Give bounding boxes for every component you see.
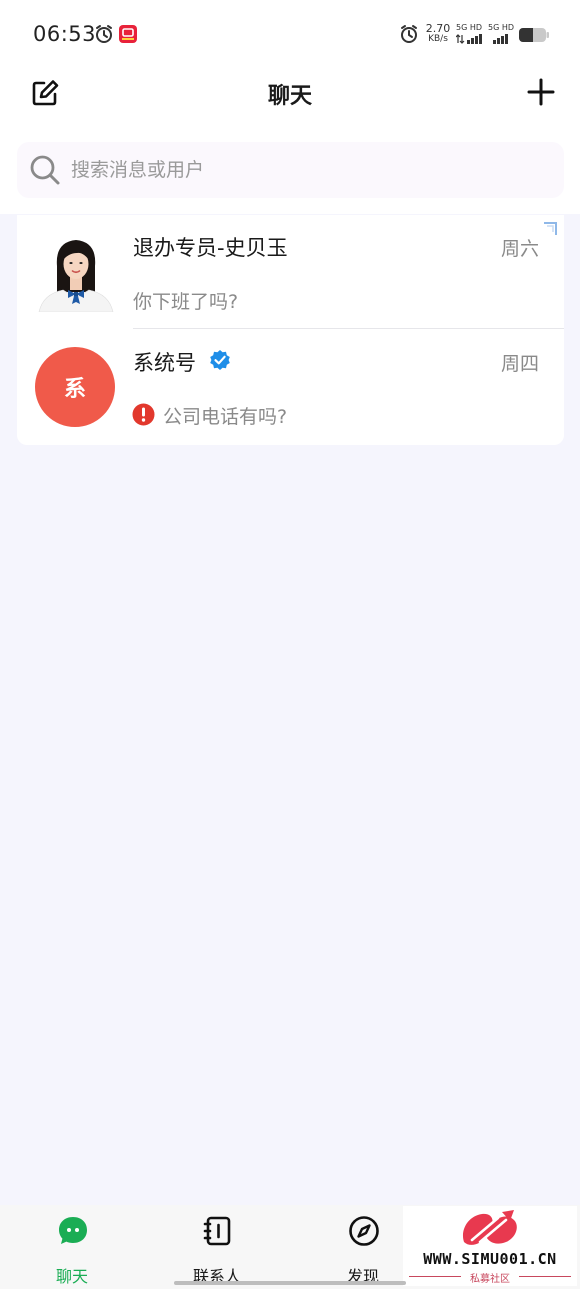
chat-time: 周六 (500, 238, 539, 260)
search-bar[interactable] (17, 142, 564, 198)
status-bar: 06:53 2.70 KB/s 5G HD 5G HD (0, 0, 580, 70)
chat-time: 周四 (500, 353, 539, 375)
chat-item[interactable]: 退办专员-史贝玉 周六 你下班了吗? (17, 215, 564, 330)
watermark: WWW.SIMU001.CN 私募社区 (403, 1206, 577, 1286)
sim2-label: 5G HD (488, 23, 515, 32)
chat-name: 系统号 (133, 351, 196, 375)
avatar[interactable]: 系 (35, 347, 115, 427)
net-speed: 2.70 (425, 22, 451, 35)
chat-preview: 公司电话有吗? (163, 406, 288, 428)
pinned-corner-icon (544, 222, 557, 235)
signal-icon (493, 34, 508, 44)
divider (133, 328, 564, 329)
plus-icon[interactable] (527, 78, 555, 106)
top-area: 06:53 2.70 KB/s 5G HD 5G HD 聊天 搜索消息或用户 (0, 0, 580, 214)
chat-preview: 你下班了吗? (133, 291, 239, 313)
header: 聊天 (0, 70, 580, 116)
tab-discover[interactable]: 发现 (318, 1205, 408, 1289)
compass-icon (349, 1216, 379, 1246)
tab-contacts[interactable]: 联系人 (172, 1205, 262, 1289)
alarm-icon (401, 25, 417, 43)
verified-badge-icon (210, 350, 230, 370)
alarm-icon (96, 25, 112, 43)
chat-item[interactable]: 系 系统号 周四 公司电话有吗? (17, 330, 564, 445)
warning-icon (132, 403, 155, 426)
app-notification-icon (119, 25, 137, 43)
tab-chat[interactable]: 聊天 (27, 1205, 117, 1289)
home-indicator[interactable] (174, 1281, 406, 1285)
page-title: 聊天 (267, 84, 312, 109)
watermark-rule (519, 1276, 571, 1277)
chat-name: 退办专员-史贝玉 (133, 236, 288, 260)
avatar-photo-icon (37, 232, 115, 312)
status-time: 06:53 (33, 22, 97, 46)
signal-sim1: 5G HD (456, 24, 486, 46)
tab-chat-label: 聊天 (55, 1267, 88, 1286)
chat-bubble-icon (59, 1217, 87, 1244)
sim1-label: 5G HD (456, 23, 483, 32)
signal-sim2: 5G HD (488, 24, 518, 46)
search-input[interactable] (71, 142, 551, 198)
watermark-logo-icon (462, 1210, 517, 1245)
avatar[interactable] (37, 232, 115, 312)
search-icon (30, 155, 60, 185)
signal-icon (456, 34, 482, 44)
battery-icon (519, 28, 549, 42)
chat-list: 退办专员-史贝玉 周六 你下班了吗? 系 系统号 周四 公司电话有吗? (17, 215, 564, 445)
watermark-url: WWW.SIMU001.CN (423, 1250, 557, 1268)
contacts-book-icon (203, 1216, 231, 1246)
watermark-subtitle: 私募社区 (470, 1274, 510, 1285)
net-unit: KB/s (428, 34, 448, 44)
